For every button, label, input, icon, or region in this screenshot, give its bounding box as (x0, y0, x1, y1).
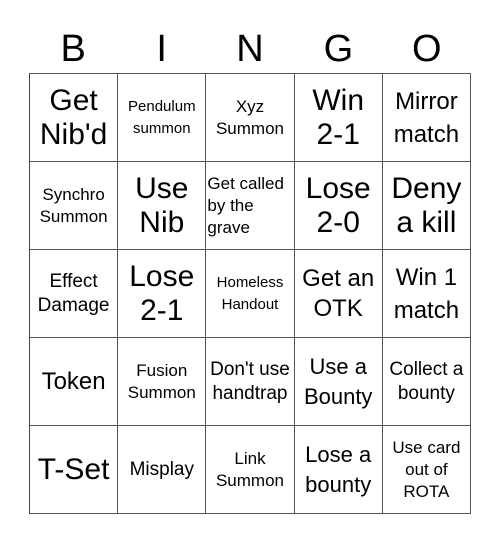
bingo-cell[interactable]: Pendulum summon (118, 74, 207, 162)
cell-text: Effect Damage (37, 270, 110, 316)
bingo-cell[interactable]: Misplay (118, 426, 207, 514)
cell-text: Synchro Summon (39, 184, 108, 226)
cell-text: Collect a bounty (389, 358, 464, 404)
cell-text: Lose 2-0 (305, 171, 371, 239)
cell-text: Deny a kill (391, 171, 462, 239)
bingo-header: B I N G O (29, 26, 471, 72)
bingo-cell[interactable]: Win 1 match (382, 250, 471, 338)
bingo-cell[interactable]: Collect a bounty (382, 338, 471, 426)
bingo-cell[interactable]: Use a Bounty (294, 338, 383, 426)
cell-text: Fusion Summon (127, 360, 196, 402)
cell-text: Get Nib'd (39, 83, 108, 151)
header-letter-b: B (60, 28, 86, 70)
cell-text: T-Set (37, 452, 110, 486)
bingo-cell[interactable]: Lose 2-0 (294, 162, 383, 250)
cell-text: Use a Bounty (303, 353, 373, 409)
header-letter-o: O (412, 28, 442, 70)
bingo-cell[interactable]: Don't use handtrap (206, 338, 295, 426)
header-letter-n: N (236, 28, 264, 70)
bingo-cell[interactable]: Win 2-1 (294, 74, 383, 162)
bingo-cell[interactable]: Get Nib'd (30, 74, 119, 162)
bingo-cell[interactable]: Homeless Handout (206, 250, 295, 338)
cell-text: Mirror match (393, 87, 460, 148)
cell-text: Use card out of ROTA (392, 437, 461, 501)
bingo-grid: Get Nib'd Pendulum summon Xyz Summon Win… (29, 73, 471, 514)
bingo-cell[interactable]: Xyz Summon (206, 74, 295, 162)
cell-text: Homeless Handout (216, 273, 284, 313)
bingo-cell[interactable]: Effect Damage (30, 250, 119, 338)
bingo-cell[interactable]: Use card out of ROTA (382, 426, 471, 514)
header-letter-g: G (323, 28, 354, 70)
cell-text: Get an OTK (302, 264, 375, 322)
bingo-card: B I N G O Get Nib'd Pendulum summon Xyz … (0, 0, 500, 544)
bingo-cell[interactable]: Deny a kill (382, 162, 471, 250)
cell-text: Misplay (129, 458, 194, 480)
cell-text: Pendulum summon (128, 97, 196, 137)
bingo-cell[interactable]: T-Set (30, 426, 119, 514)
bingo-cell[interactable]: Get an OTK (294, 250, 383, 338)
bingo-cell[interactable]: Lose a bounty (294, 426, 383, 514)
header-letter-i: I (156, 28, 167, 70)
cell-text: Link Summon (215, 448, 284, 490)
bingo-cell[interactable]: Lose 2-1 (118, 250, 207, 338)
cell-text: Xyz Summon (215, 96, 284, 138)
bingo-cell[interactable]: Get called by the grave (206, 162, 295, 250)
cell-text: Win 1 match (393, 263, 460, 324)
cell-text: Get called by the grave (207, 173, 284, 237)
bingo-cell[interactable]: Mirror match (382, 74, 471, 162)
cell-text: Use Nib (135, 171, 189, 239)
cell-text: Don't use handtrap (210, 358, 290, 404)
bingo-cell[interactable]: Use Nib (118, 162, 207, 250)
cell-text: Win 2-1 (312, 83, 365, 151)
bingo-cell[interactable]: Link Summon (206, 426, 295, 514)
cell-text: Lose 2-1 (129, 259, 195, 327)
bingo-cell[interactable]: Fusion Summon (118, 338, 207, 426)
cell-text: Token (41, 367, 106, 395)
bingo-cell[interactable]: Token (30, 338, 119, 426)
bingo-cell[interactable]: Synchro Summon (30, 162, 119, 250)
cell-text: Lose a bounty (305, 441, 372, 497)
